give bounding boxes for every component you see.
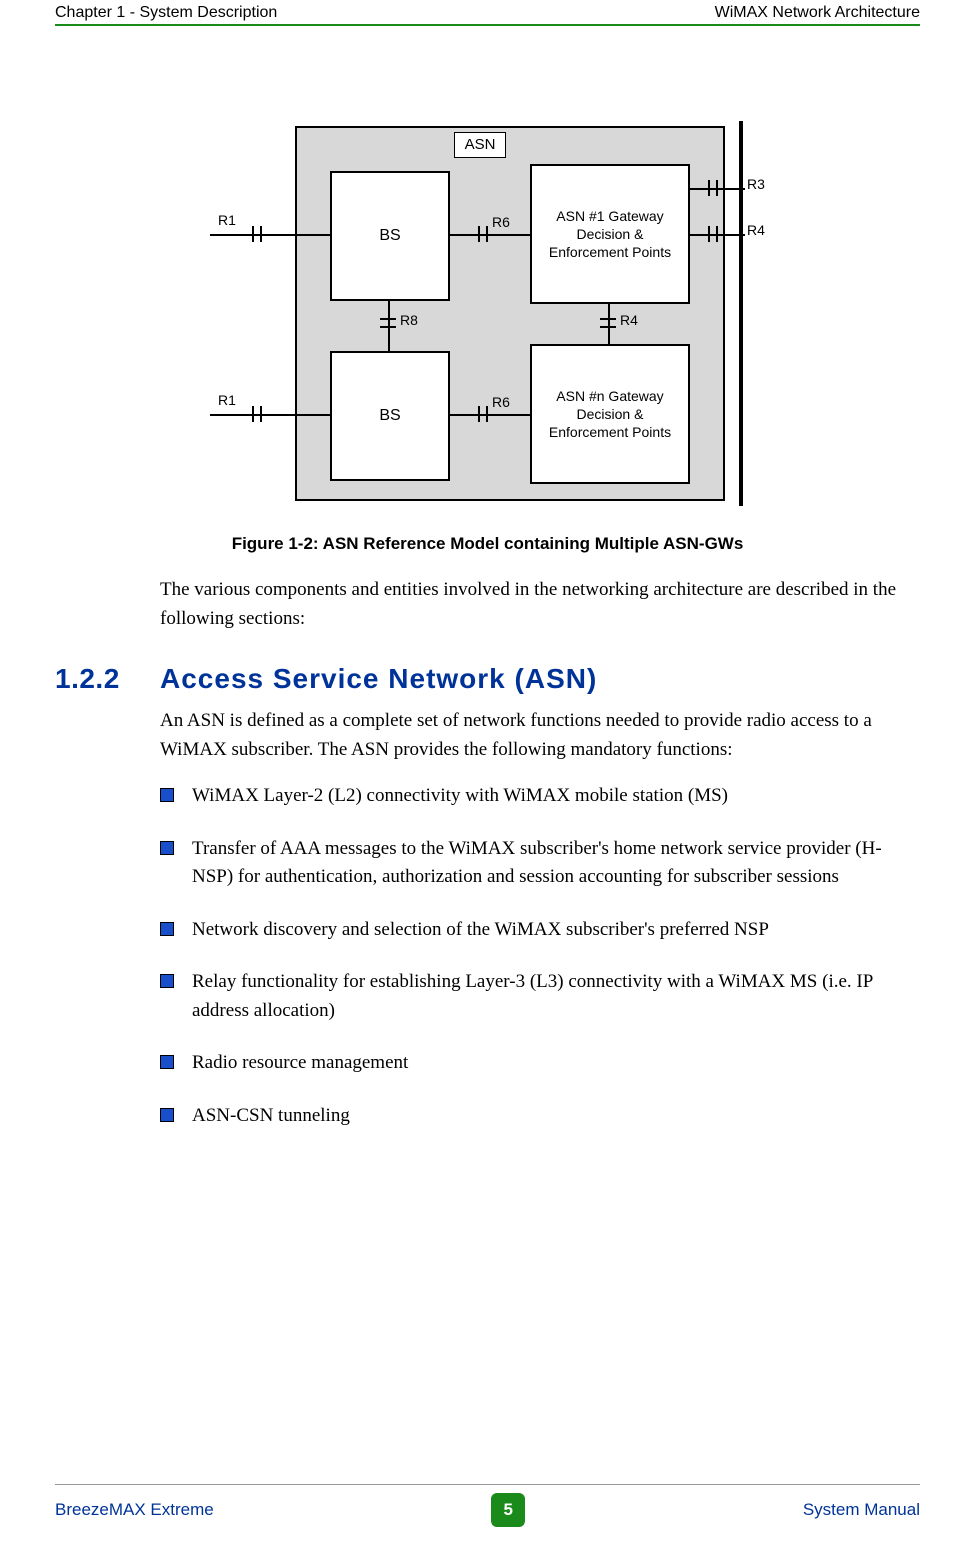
section-intro: An ASN is defined as a complete set of n… [160,707,918,764]
bullet-list: WiMAX Layer-2 (L2) connectivity with WiM… [160,782,918,1130]
asn-diagram: ASN BS BS ASN #1 Gateway Decision & Enfo… [210,126,765,501]
page-number-badge: 5 [491,1493,525,1527]
bullet-icon [160,841,174,855]
list-item: Radio resource management [160,1049,918,1078]
bs-box-1: BS [330,171,450,301]
footer-product: BreezeMAX Extreme [55,1500,214,1520]
figure: ASN BS BS ASN #1 Gateway Decision & Enfo… [55,126,920,554]
gateway-box-1: ASN #1 Gateway Decision & Enforcement Po… [530,164,690,304]
page-header: Chapter 1 - System Description WiMAX Net… [55,0,920,26]
bullet-icon [160,1108,174,1122]
section-title: Access Service Network (ASN) [160,663,597,695]
r3-label: R3 [745,176,767,192]
bs-box-2: BS [330,351,450,481]
r4-label: R4 [618,312,640,328]
bullet-icon [160,788,174,802]
list-item: ASN-CSN tunneling [160,1102,918,1131]
figure-caption: Figure 1-2: ASN Reference Model containi… [55,534,920,554]
section-number: 1.2.2 [55,663,160,695]
list-item: Relay functionality for establishing Lay… [160,968,918,1025]
bullet-icon [160,922,174,936]
list-item: WiMAX Layer-2 (L2) connectivity with WiM… [160,782,918,811]
gateway-box-2: ASN #n Gateway Decision & Enforcement Po… [530,344,690,484]
r6-label-2: R6 [490,394,512,410]
list-item: Transfer of AAA messages to the WiMAX su… [160,835,918,892]
intro-paragraph: The various components and entities invo… [160,576,918,633]
r1-label: R1 [216,212,238,228]
r6-label: R6 [490,214,512,230]
header-left: Chapter 1 - System Description [55,4,277,22]
footer-manual: System Manual [803,1500,920,1520]
r1-label-2: R1 [216,392,238,408]
header-right: WiMAX Network Architecture [715,4,920,22]
page-footer: BreezeMAX Extreme 5 System Manual [55,1484,920,1527]
list-item: Network discovery and selection of the W… [160,916,918,945]
r4-label-ext: R4 [745,222,767,238]
bullet-icon [160,1055,174,1069]
asn-label: ASN [454,132,506,158]
bullet-icon [160,974,174,988]
section-heading: 1.2.2 Access Service Network (ASN) [55,663,920,695]
r8-label: R8 [398,312,420,328]
